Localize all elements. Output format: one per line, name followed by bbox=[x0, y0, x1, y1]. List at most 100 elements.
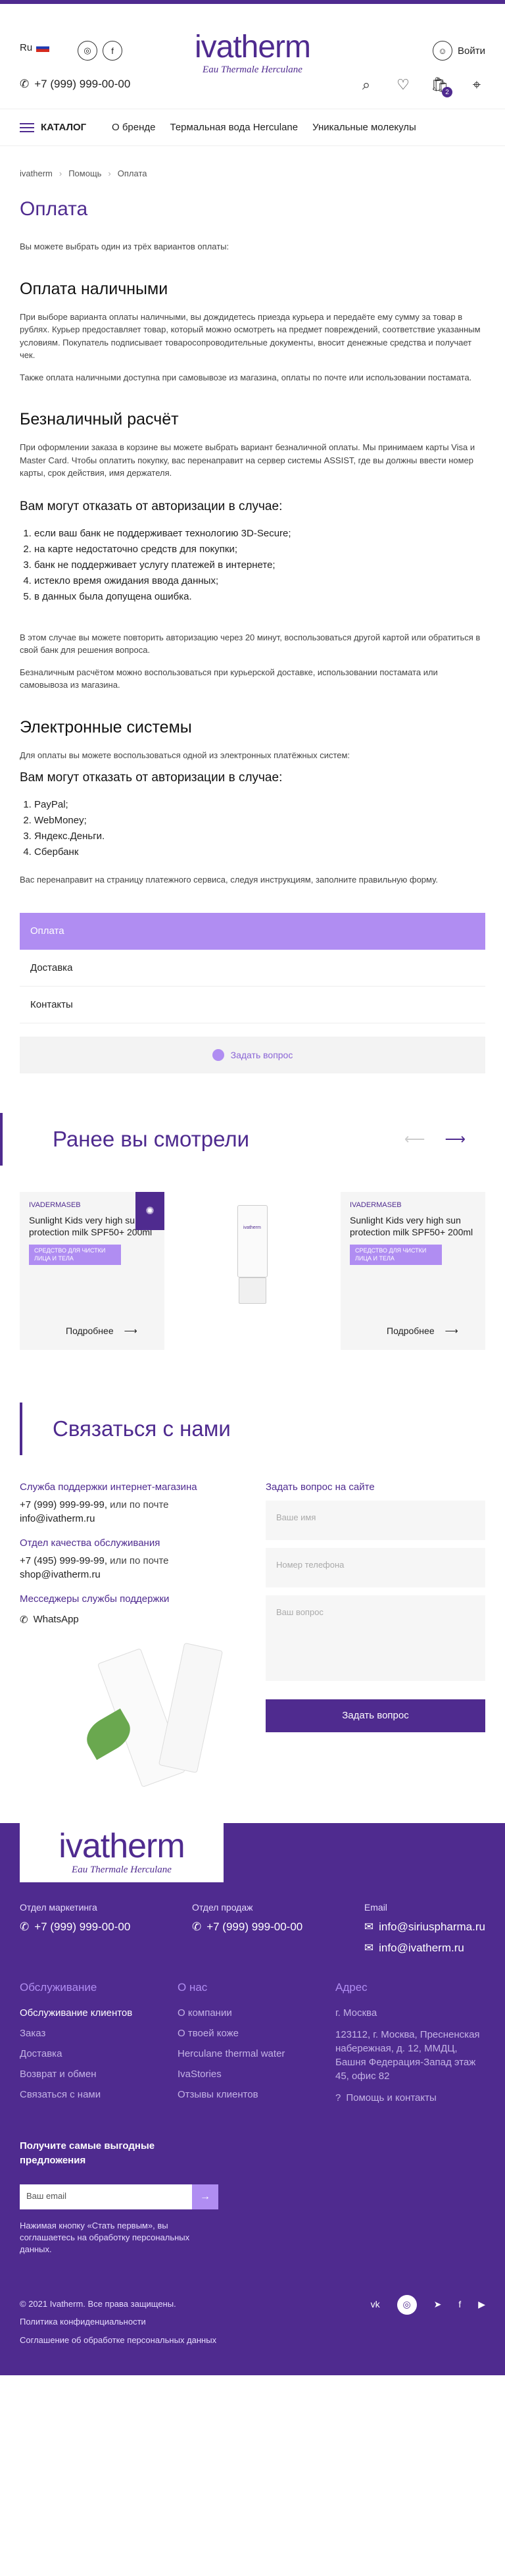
marketing-phone[interactable]: ✆ +7 (999) 999-00-00 bbox=[20, 1920, 130, 1934]
support-contacts: +7 (999) 999-99-99, или по почте info@iv… bbox=[20, 1498, 239, 1526]
logo-wordmark: ivatherm bbox=[194, 29, 311, 64]
search-icon[interactable]: ⌕ bbox=[358, 76, 375, 93]
header-social: ◎ f bbox=[78, 41, 122, 61]
footer-link[interactable]: Связаться с нами bbox=[20, 2089, 178, 2100]
nav-item-water[interactable]: Термальная вода Herculane bbox=[170, 122, 299, 133]
list-item: если ваш банк не поддерживает технологию… bbox=[34, 526, 485, 542]
support-or: или по почте bbox=[107, 1499, 169, 1510]
footer-link[interactable]: Herculane thermal water bbox=[178, 2048, 335, 2059]
product-more-link[interactable]: Подробнее ⟶ bbox=[66, 1326, 137, 1337]
footer-bottom: © 2021 Ivatherm. Все права защищены. Пол… bbox=[20, 2295, 485, 2349]
arrow-right-icon[interactable]: ⟶ bbox=[445, 1131, 466, 1148]
card-refuse-title: Вам могут отказать от авторизации в случ… bbox=[20, 499, 283, 513]
site-logo[interactable]: ivatherm Eau Thermale Herculane bbox=[176, 17, 329, 90]
subscribe-email-input[interactable]: Ваш email bbox=[20, 2184, 192, 2209]
telegram-icon[interactable]: ➤ bbox=[434, 2295, 442, 2314]
footer-link[interactable]: Доставка bbox=[20, 2048, 178, 2059]
accordion-item-delivery[interactable]: Доставка bbox=[20, 950, 485, 987]
instagram-icon[interactable]: ◎ bbox=[78, 41, 97, 61]
breadcrumb-help[interactable]: Помощь bbox=[68, 168, 101, 178]
youtube-icon[interactable]: ▶ bbox=[478, 2295, 485, 2314]
facebook-icon[interactable]: f bbox=[103, 41, 122, 61]
nav-item-molecules[interactable]: Уникальные молекулы bbox=[312, 122, 416, 133]
card-paragraph-1: При оформлении заказа в корзине вы может… bbox=[20, 442, 475, 478]
more-label: Подробнее bbox=[387, 1326, 435, 1336]
site-footer: ivatherm Eau Thermale Herculane Отдел ма… bbox=[0, 1822, 505, 2375]
location-pin-icon[interactable]: ⌖ bbox=[468, 76, 485, 93]
quality-phone[interactable]: +7 (495) 999-99-99, bbox=[20, 1555, 107, 1566]
list-item: WebMoney; bbox=[34, 813, 485, 829]
footer-link[interactable]: Отзывы клиентов bbox=[178, 2089, 335, 2100]
footer-link[interactable]: Возврат и обмен bbox=[20, 2069, 178, 2080]
quality-label: Отдел качества обслуживания bbox=[20, 1537, 160, 1549]
language-switcher[interactable]: Ru bbox=[20, 42, 50, 53]
product-card[interactable]: IVADERMASEB Sunlight Kids very high sun … bbox=[20, 1191, 164, 1350]
product-more-link[interactable]: Подробнее ⟶ bbox=[387, 1326, 458, 1337]
cart-icon[interactable]: 🛍 2 bbox=[431, 76, 452, 97]
instagram-icon[interactable]: ◎ bbox=[397, 2295, 417, 2315]
name-field[interactable]: Ваше имя bbox=[266, 1500, 485, 1540]
footer-logo[interactable]: ivatherm Eau Thermale Herculane bbox=[20, 1822, 224, 1882]
whatsapp-link[interactable]: ✆ WhatsApp bbox=[20, 1614, 239, 1626]
privacy-link[interactable]: Политика конфиденциальности bbox=[20, 2313, 485, 2331]
footer-contacts: Отдел маркетинга ✆ +7 (999) 999-00-00 Отд… bbox=[20, 1902, 485, 1955]
footer-link[interactable]: О компании bbox=[178, 2007, 335, 2019]
support-email[interactable]: info@ivatherm.ru bbox=[20, 1513, 95, 1524]
breadcrumb-home[interactable]: ivatherm bbox=[20, 168, 53, 178]
contact-section: Связаться с нами Служба поддержки интерн… bbox=[0, 1389, 505, 1797]
submit-question-button[interactable]: Задать вопрос bbox=[266, 1699, 485, 1732]
header-phone[interactable]: ✆ +7 (999) 999-00-00 bbox=[20, 78, 130, 91]
service-head: Обслуживание bbox=[20, 1980, 97, 1994]
footer-social: vk ◎ ➤ f ▶ bbox=[371, 2295, 485, 2315]
accordion-item-payment[interactable]: Оплата bbox=[20, 912, 485, 950]
quality-email[interactable]: shop@ivatherm.ru bbox=[20, 1569, 101, 1580]
help-contacts-link[interactable]: ? Помощь и контакты bbox=[335, 2092, 480, 2103]
arrow-left-icon[interactable]: ⟵ bbox=[404, 1131, 425, 1148]
list-item: на карте недостаточно средств для покупк… bbox=[34, 542, 485, 557]
list-item: Яндекс.Деньги. bbox=[34, 829, 485, 844]
ask-question-button[interactable]: Задать вопрос bbox=[20, 1036, 485, 1073]
subscribe-title: Получите самые выгодные предложения bbox=[20, 2140, 155, 2167]
language-code: Ru bbox=[20, 42, 33, 53]
footer-link[interactable]: Обслуживание клиентов bbox=[20, 2007, 178, 2019]
vk-icon[interactable]: vk bbox=[371, 2295, 380, 2314]
address-column: Адрес г. Москва 123112, г. Москва, Пресн… bbox=[335, 1981, 480, 2113]
heart-icon[interactable]: ♡ bbox=[395, 76, 412, 93]
help-accordion: Оплата Доставка Контакты bbox=[20, 912, 485, 1023]
list-item: PayPal; bbox=[34, 797, 485, 813]
product-tag: СРЕДСТВО ДЛЯ ЧИСТКИ ЛИЦА И ТЕЛА bbox=[29, 1244, 121, 1266]
accordion-item-contacts[interactable]: Контакты bbox=[20, 987, 485, 1023]
email-link-2[interactable]: ✉ info@ivatherm.ru bbox=[364, 1942, 485, 1955]
footer-link[interactable]: IvaStories bbox=[178, 2069, 335, 2080]
phone-icon: ✆ bbox=[191, 1920, 202, 1933]
logo-wordmark: ivatherm bbox=[59, 1827, 185, 1865]
subscribe-note: Нажимая кнопку «Стать первым», вы соглаш… bbox=[20, 2220, 190, 2254]
email-2: info@ivatherm.ru bbox=[379, 1941, 464, 1954]
question-field[interactable]: Ваш вопрос bbox=[266, 1595, 485, 1681]
bottle-image: ivatherm bbox=[233, 1204, 272, 1337]
email-link-1[interactable]: ✉ info@siriuspharma.ru bbox=[364, 1920, 485, 1934]
phone-field[interactable]: Номер телефона bbox=[266, 1547, 485, 1587]
intro-text: Вы можете выбрать один из трёх вариантов… bbox=[20, 242, 229, 251]
support-phone[interactable]: +7 (999) 999-99-99, bbox=[20, 1499, 107, 1510]
product-card[interactable]: IVADERMASEB Sunlight Kids very high sun … bbox=[341, 1191, 485, 1350]
contact-heading: Связаться с нами bbox=[20, 1389, 485, 1468]
subscribe-button[interactable]: → bbox=[192, 2184, 218, 2209]
viewed-section: Ранее вы смотрели ⟵ ⟶ IVADERMASEB Sunlig… bbox=[0, 1100, 505, 1350]
bottle-body: ivatherm bbox=[237, 1204, 268, 1277]
footer-link[interactable]: Заказ bbox=[20, 2028, 178, 2039]
whatsapp-label: WhatsApp bbox=[33, 1614, 79, 1625]
nav-item-brand[interactable]: О бренде bbox=[112, 122, 156, 133]
sales-phone[interactable]: ✆ +7 (999) 999-00-00 bbox=[192, 1920, 302, 1934]
agreement-link[interactable]: Соглашение об обработке персональных дан… bbox=[20, 2331, 485, 2349]
list-item: в данных была допущена ошибка. bbox=[34, 589, 485, 605]
marketing-phone-number: +7 (999) 999-00-00 bbox=[34, 1920, 131, 1933]
marketing-label: Отдел маркетинга bbox=[20, 1901, 97, 1913]
viewed-products: IVADERMASEB Sunlight Kids very high sun … bbox=[20, 1191, 485, 1350]
main-nav: КАТАЛОГ О бренде Термальная вода Hercula… bbox=[0, 109, 505, 146]
help-icon: ? bbox=[335, 2092, 341, 2103]
footer-link[interactable]: О твоей коже bbox=[178, 2028, 335, 2039]
login-link[interactable]: ☺ Войти bbox=[433, 41, 485, 61]
facebook-icon[interactable]: f bbox=[458, 2295, 461, 2314]
catalog-button[interactable]: КАТАЛОГ bbox=[0, 122, 112, 133]
